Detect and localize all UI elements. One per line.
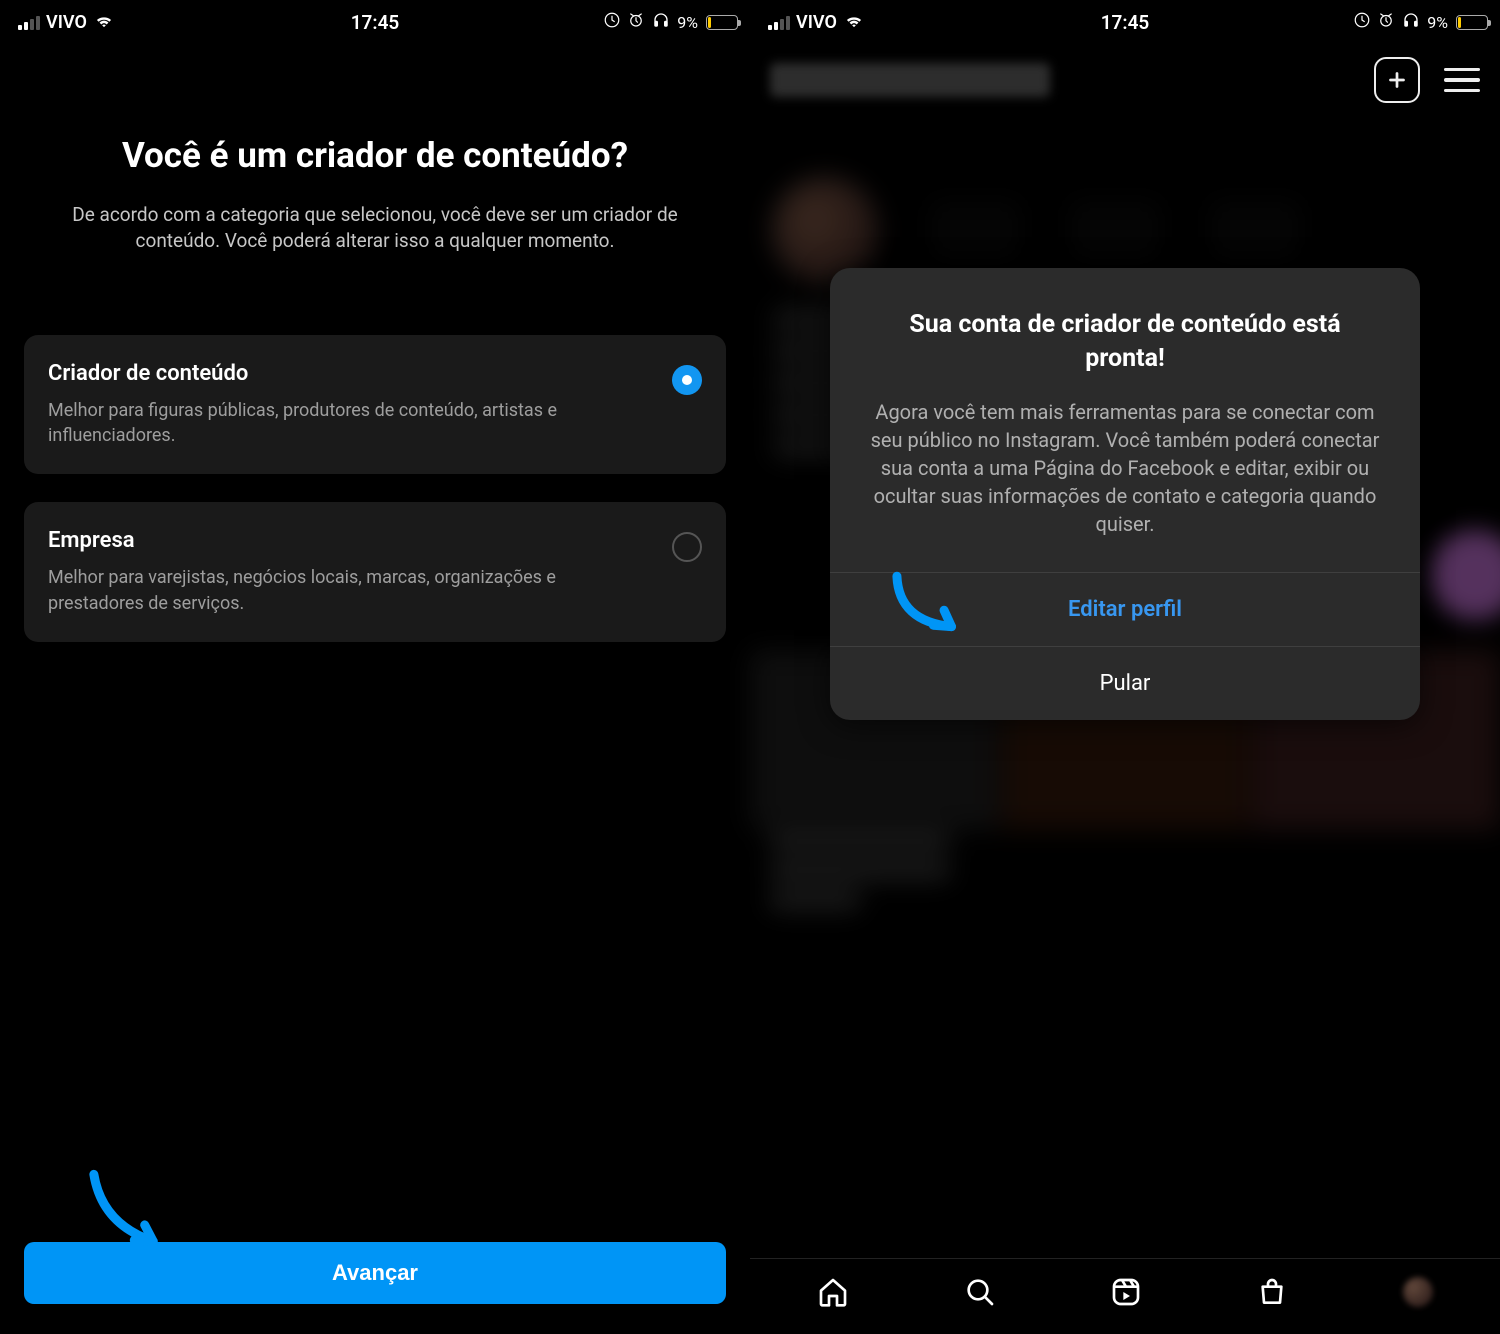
tab-home[interactable]	[817, 1276, 849, 1308]
option-business-desc: Melhor para varejistas, negócios locais,…	[48, 565, 702, 615]
option-creator-title: Criador de conteúdo	[48, 361, 702, 386]
tab-reels[interactable]	[1110, 1276, 1142, 1308]
screen-profile-modal: VIVO 17:45 9%	[750, 0, 1500, 1334]
cellular-signal-icon	[18, 14, 40, 30]
hamburger-menu-icon[interactable]	[1444, 64, 1480, 97]
skip-button[interactable]: Pular	[830, 646, 1420, 720]
tab-profile-avatar[interactable]	[1403, 1277, 1433, 1307]
option-creator-desc: Melhor para figuras públicas, produtores…	[48, 398, 702, 448]
alarm-icon	[627, 11, 645, 34]
modal-description: Agora você tem mais ferramentas para se …	[860, 398, 1390, 538]
battery-icon	[706, 15, 738, 30]
page-subtitle: De acordo com a categoria que selecionou…	[24, 202, 726, 255]
battery-percentage: 9%	[677, 13, 698, 32]
wifi-icon	[93, 12, 115, 33]
modal-title: Sua conta de criador de conteúdo está pr…	[860, 308, 1390, 376]
screen-account-type: VIVO 17:45 9% Você é um criador de conte…	[0, 0, 750, 1334]
status-time: 17:45	[351, 11, 400, 34]
radio-selected-icon[interactable]	[672, 365, 702, 395]
radio-unselected-icon[interactable]	[672, 532, 702, 562]
next-button[interactable]: Avançar	[24, 1242, 726, 1304]
edit-profile-button[interactable]: Editar perfil	[830, 572, 1420, 646]
new-post-button[interactable]	[1374, 57, 1420, 103]
tab-shop[interactable]	[1256, 1276, 1288, 1308]
option-business[interactable]: Empresa Melhor para varejistas, negócios…	[24, 502, 726, 641]
orientation-lock-icon	[603, 11, 621, 34]
page-title: Você é um criador de conteúdo?	[24, 134, 726, 178]
option-creator[interactable]: Criador de conteúdo Melhor para figuras …	[24, 335, 726, 474]
bottom-tab-bar	[750, 1258, 1500, 1334]
option-business-title: Empresa	[48, 528, 702, 553]
creator-ready-modal: Sua conta de criador de conteúdo está pr…	[830, 268, 1420, 720]
carrier-label: VIVO	[46, 12, 87, 33]
status-bar: VIVO 17:45 9%	[0, 0, 750, 44]
tab-search[interactable]	[964, 1276, 996, 1308]
headphones-icon	[651, 11, 671, 34]
